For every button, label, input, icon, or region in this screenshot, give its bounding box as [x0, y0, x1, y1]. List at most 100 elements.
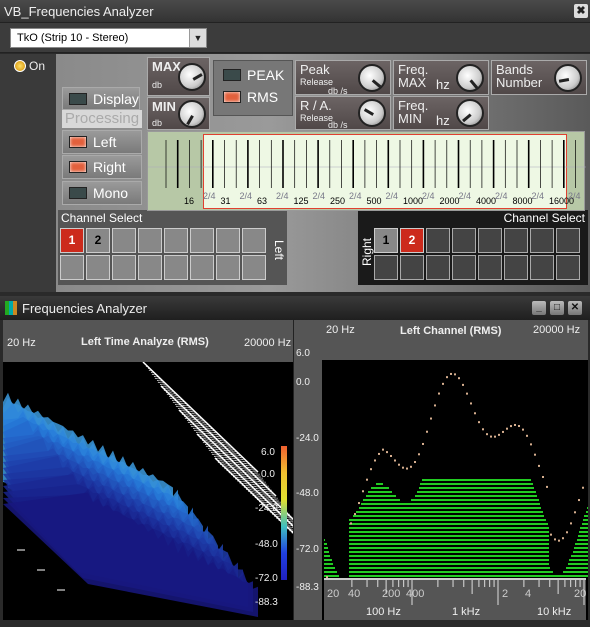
- freq-label: 250: [330, 196, 346, 206]
- power-label[interactable]: On: [29, 59, 45, 73]
- freq-min-unit: hz: [436, 113, 450, 128]
- channel-button[interactable]: [426, 255, 450, 280]
- freq-label: 8000: [512, 196, 533, 206]
- channel-button[interactable]: 2: [86, 228, 110, 253]
- channel-button[interactable]: [504, 255, 528, 280]
- db-tick-label: -24.0: [255, 503, 278, 514]
- minimize-button[interactable]: _: [532, 301, 546, 315]
- mono-button[interactable]: Mono: [62, 181, 142, 205]
- band-label: 2/4: [458, 191, 472, 201]
- axis-minor-label: 400: [406, 588, 425, 600]
- left-side-label: Left: [272, 240, 286, 261]
- channel-button[interactable]: [112, 228, 136, 253]
- axis-minor-label: 20: [574, 588, 587, 600]
- channel-button[interactable]: [190, 228, 214, 253]
- channel-button[interactable]: [452, 255, 476, 280]
- toolbar: TkO (Strip 10 - Stereo) ▼: [0, 23, 590, 53]
- channel-button[interactable]: [164, 228, 188, 253]
- db-tick-label: -48.0: [296, 488, 319, 499]
- channel-button[interactable]: [138, 228, 162, 253]
- max-knob[interactable]: [178, 63, 206, 91]
- channel-button[interactable]: 1: [60, 228, 84, 253]
- channel-button[interactable]: [60, 255, 84, 280]
- bands-knob[interactable]: [554, 64, 582, 92]
- channel-button[interactable]: [242, 255, 266, 280]
- channel-button[interactable]: [164, 255, 188, 280]
- power-strip: On: [0, 54, 56, 292]
- band-label: 2/4: [531, 191, 545, 201]
- spectrum-bars: [324, 372, 588, 578]
- rms-button[interactable]: RMS: [217, 87, 289, 107]
- right-channel-grid: 12: [374, 228, 588, 280]
- channel-button[interactable]: [374, 255, 398, 280]
- db-tick-label: -72.0: [255, 573, 278, 584]
- channel-button[interactable]: [138, 255, 162, 280]
- band-label: 2/4: [312, 191, 326, 201]
- freq-lo: 20 Hz: [326, 324, 355, 336]
- channel-button[interactable]: 1: [374, 228, 398, 253]
- peak-button[interactable]: PEAK: [217, 65, 289, 85]
- channel-button[interactable]: [556, 228, 580, 253]
- channel-button[interactable]: [216, 228, 240, 253]
- peak-dot: [386, 451, 388, 454]
- freq-max-control: Freq. MAX hz: [393, 60, 489, 95]
- freq-min-knob[interactable]: [456, 99, 484, 127]
- peak-dot: [506, 427, 508, 430]
- db-tick-label: -24.0: [296, 433, 319, 444]
- strip-select[interactable]: TkO (Strip 10 - Stereo) ▼: [10, 28, 207, 48]
- band-label: 2/4: [276, 191, 289, 201]
- peak-dot: [570, 522, 572, 525]
- peak-dot: [442, 382, 444, 385]
- peak-dot: [414, 461, 416, 464]
- bands-control: Bands Number: [491, 60, 587, 95]
- peak-dot: [430, 417, 432, 420]
- freq-label: 500: [366, 196, 382, 206]
- peak-dot: [362, 490, 364, 493]
- channel-button[interactable]: [478, 228, 502, 253]
- channel-button[interactable]: [478, 255, 502, 280]
- peak-dot: [550, 533, 552, 536]
- channel-button[interactable]: [530, 228, 554, 253]
- channel-spectrum-panel: 20 Hz Left Channel (RMS) 20000 Hz 20 40 20…: [322, 320, 588, 620]
- freq-hi: 20000 Hz: [533, 324, 581, 336]
- window-titlebar: VB_Frequencies Analyzer ✖: [0, 0, 590, 23]
- freq-label: 63: [257, 196, 268, 206]
- peak-dot: [466, 392, 468, 395]
- channel-button[interactable]: [504, 228, 528, 253]
- channel-button[interactable]: 2: [400, 228, 424, 253]
- peak-release-knob[interactable]: [358, 64, 386, 92]
- channel-button[interactable]: [216, 255, 240, 280]
- channel-button[interactable]: [190, 255, 214, 280]
- freq-max-knob[interactable]: [456, 64, 484, 92]
- channel-button[interactable]: [400, 255, 424, 280]
- time-slice-line: [151, 373, 268, 485]
- channel-button[interactable]: [112, 255, 136, 280]
- chevron-down-icon[interactable]: ▼: [189, 29, 206, 47]
- time-analyze-title: Left Time Analyze (RMS): [81, 336, 209, 348]
- right-button[interactable]: Right: [62, 155, 142, 179]
- channel-button[interactable]: [426, 228, 450, 253]
- channel-button[interactable]: [452, 228, 476, 253]
- switch-icon: [223, 91, 241, 103]
- freq-max-unit: hz: [436, 77, 450, 92]
- power-led-icon[interactable]: [14, 60, 26, 72]
- mode-group: PEAK RMS: [213, 60, 293, 116]
- display-button[interactable]: Display: [62, 87, 140, 110]
- channel-button[interactable]: [556, 255, 580, 280]
- close-button[interactable]: ✖: [574, 4, 588, 18]
- processing-label: Processing: [62, 110, 142, 128]
- ra-release-knob[interactable]: [358, 99, 386, 127]
- db-tick-label: -48.0: [255, 539, 278, 550]
- peak-dot: [554, 538, 556, 541]
- channel-button[interactable]: [86, 255, 110, 280]
- left-button[interactable]: Left: [62, 130, 142, 154]
- maximize-button[interactable]: □: [550, 301, 564, 315]
- peak-dot: [486, 433, 488, 436]
- channel-button[interactable]: [242, 228, 266, 253]
- band-graph[interactable]: 16 2/4 31 2/4 63 2/4 125 2/4 250 2/4 500 2/4 1000 2/4…: [147, 131, 586, 211]
- peak-dot: [478, 421, 480, 424]
- peak-dot: [434, 404, 436, 407]
- close-button[interactable]: ✕: [568, 301, 582, 315]
- min-knob[interactable]: [178, 100, 206, 128]
- channel-button[interactable]: [530, 255, 554, 280]
